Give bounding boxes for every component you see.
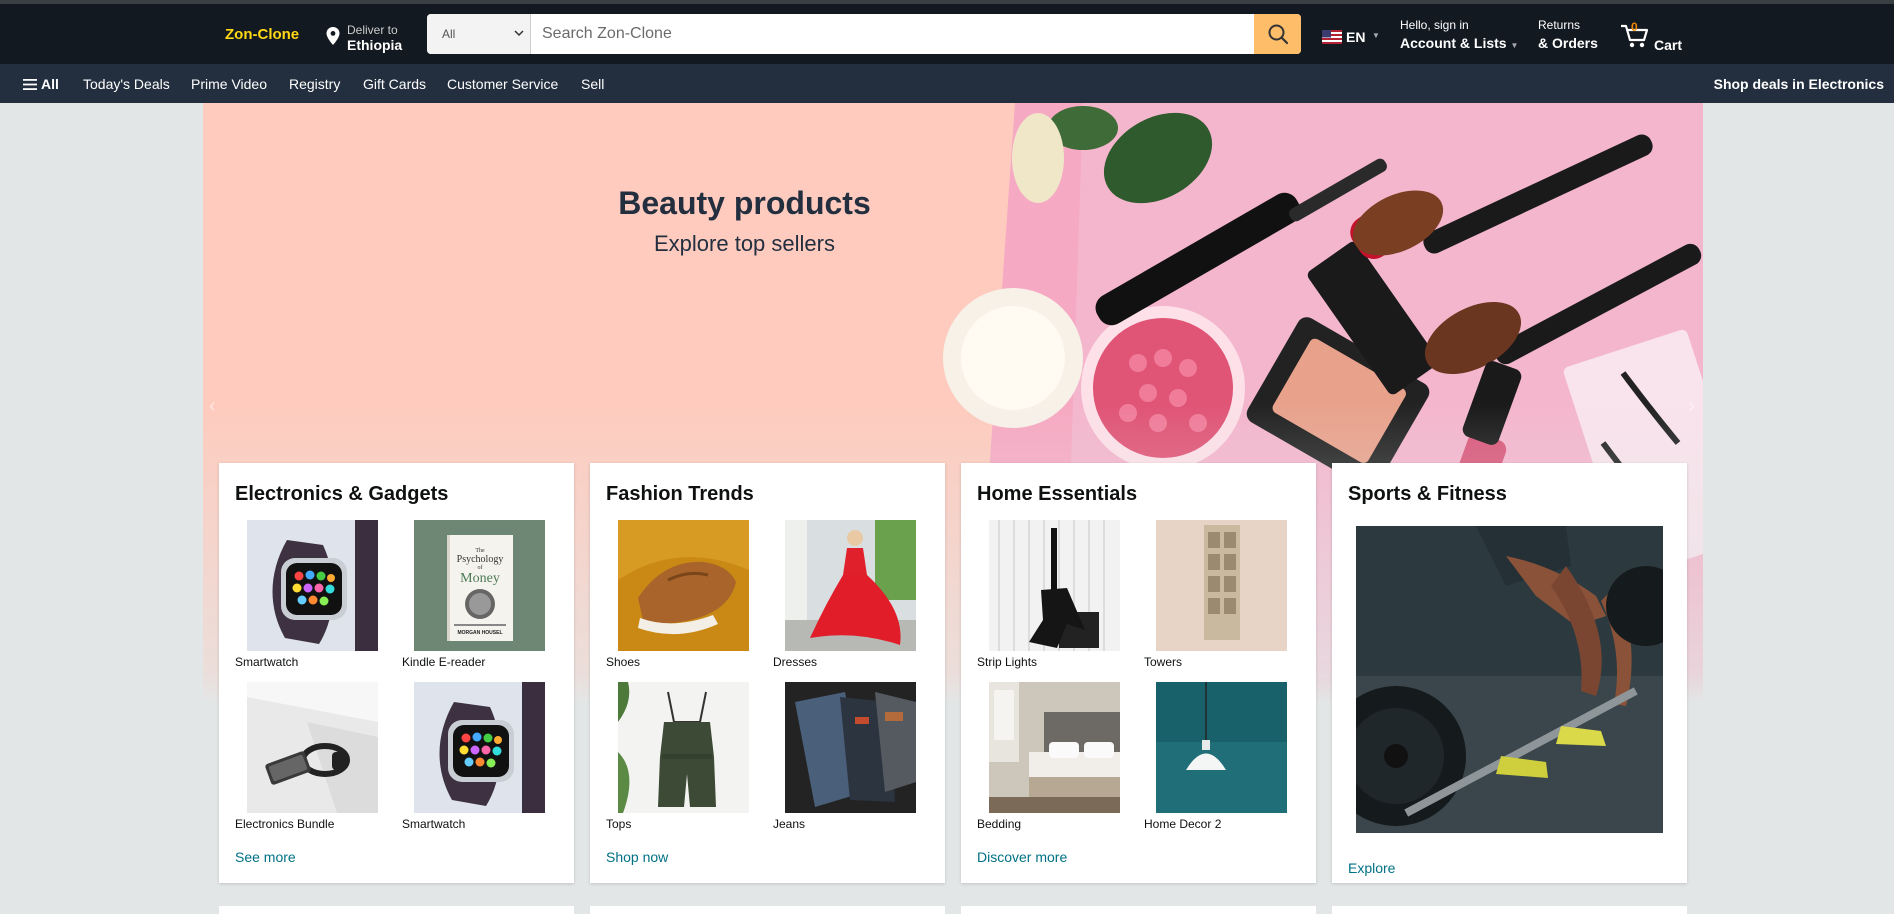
product-tile-shoes[interactable] [618,520,749,651]
product-tile-kindle-e-reader[interactable]: The Psychology of Money MORGAN HOUSEL [414,520,545,651]
chevron-down-icon [514,30,524,37]
product-label[interactable]: Towers [1144,655,1182,669]
product-label[interactable]: Electronics Bundle [235,817,334,831]
nav-item-todays-deals[interactable]: Today's Deals [83,76,170,92]
nav-bar: All Today's Deals Prime Video Registry G… [0,64,1894,103]
card-title: Fashion Trends [606,483,754,505]
explore-link[interactable]: Explore [1348,860,1395,876]
lower-card [590,906,945,914]
cart-count: 0 [1631,20,1638,34]
product-label[interactable]: Dresses [773,655,817,669]
logo[interactable]: Zon-Clone [225,26,299,43]
lower-card [219,906,574,914]
product-label[interactable]: Jeans [773,817,805,831]
discover-more-link[interactable]: Discover more [977,849,1067,865]
jeans-image [785,682,916,813]
caret-down-icon: ▼ [1372,31,1380,40]
nav-item-customer-service[interactable]: Customer Service [447,76,558,92]
product-label[interactable]: Smartwatch [402,817,465,831]
bedroom-image [989,682,1120,813]
category-card-home: Home Essentials Strip Lights Towers Bedd… [961,463,1316,883]
product-tile-smartwatch[interactable] [247,520,378,651]
language-code: EN [1346,29,1366,45]
category-card-fashion: Fashion Trends Shoes Dresses Tops Jeans … [590,463,945,883]
search-button[interactable] [1254,14,1301,54]
product-tile-tops[interactable] [618,682,749,813]
electronics-bundle-image [247,682,378,813]
product-tile-electronics-bundle[interactable] [247,682,378,813]
product-label[interactable]: Tops [606,817,631,831]
deliver-label: Deliver to [347,23,398,37]
deliver-country: Ethiopia [347,37,403,53]
account-greeting: Hello, sign in [1400,18,1469,32]
book-cover-author: MORGAN HOUSEL [458,630,503,636]
account-label-row: Account & Lists ▼ [1400,35,1518,51]
smartwatch-image [247,520,378,651]
product-tile-smartwatch[interactable] [414,682,545,813]
product-tile-towers[interactable] [1156,520,1287,651]
search-bar: All [427,14,1301,54]
product-tile-bedding[interactable] [989,682,1120,813]
returns-label: Returns [1538,18,1581,32]
book-cover-money: Money [460,571,500,586]
hero-title: Beauty products [618,185,871,221]
search-icon [1268,24,1288,45]
product-label[interactable]: Home Decor 2 [1144,817,1221,831]
product-label[interactable]: Shoes [606,655,640,669]
orders-label: & Orders [1538,35,1598,51]
nav-all-menu[interactable]: All [23,76,59,92]
shoe-image [618,520,749,651]
weightlifting-image [1356,526,1663,833]
nav-electronics-deals[interactable]: Shop deals in Electronics [1714,76,1884,92]
cart[interactable]: 0 Cart [1620,18,1690,56]
product-tile-home-decor-2[interactable] [1156,682,1287,813]
product-tile-dresses[interactable] [785,520,916,651]
hero-prev-button[interactable]: ‹ [209,395,216,418]
cart-label: Cart [1654,37,1683,53]
card-title: Home Essentials [977,483,1138,505]
nav-item-prime-video[interactable]: Prime Video [191,76,267,92]
product-tile-jeans[interactable] [785,682,916,813]
returns-orders[interactable]: Returns & Orders [1538,18,1598,51]
search-category-select[interactable]: All [427,14,531,54]
hero-subtitle: Explore top sellers [654,231,835,256]
product-label[interactable]: Smartwatch [235,655,298,669]
book-image: The Psychology of Money MORGAN HOUSEL [414,520,545,651]
nav-item-sell[interactable]: Sell [581,76,604,92]
product-label[interactable]: Strip Lights [977,655,1037,669]
book-cover-of: of [478,564,483,571]
location-pin-icon [326,27,340,45]
account-label: Account & Lists [1400,35,1507,51]
shop-now-link[interactable]: Shop now [606,849,668,865]
us-flag-icon [1322,30,1342,44]
tower-shelf-image [1156,520,1287,651]
category-card-electronics: Electronics & Gadgets Smartwatch The Psy… [219,463,574,883]
product-label[interactable]: Bedding [977,817,1021,831]
see-more-link[interactable]: See more [235,849,296,865]
smartwatch-image [414,682,545,813]
nav-item-registry[interactable]: Registry [289,76,340,92]
hero-next-button[interactable]: › [1688,395,1695,418]
caret-down-icon: ▼ [1510,41,1519,50]
hamburger-menu-icon [23,79,37,90]
sports-feature-tile[interactable] [1356,526,1663,833]
account-lists[interactable]: Hello, sign in Account & Lists ▼ [1400,18,1518,51]
pendant-lamp-image [1156,682,1287,813]
header: Zon-Clone Deliver to Ethiopia All Search… [0,4,1894,64]
product-tile-strip-lights[interactable] [989,520,1120,651]
search-category-value: All [442,27,456,41]
lower-card [961,906,1316,914]
nav-all-label: All [41,76,59,92]
book-cover-psychology: Psychology [457,554,504,565]
search-input[interactable] [531,14,1249,54]
guitar-image [989,520,1120,651]
tops-image [618,682,749,813]
dress-image [785,520,916,651]
category-card-sports: Sports & Fitness Explore [1332,463,1687,883]
lower-card [1332,906,1687,914]
card-title: Sports & Fitness [1348,483,1507,505]
nav-item-gift-cards[interactable]: Gift Cards [363,76,426,92]
product-label[interactable]: Kindle E-reader [402,655,485,669]
card-title: Electronics & Gadgets [235,483,449,505]
